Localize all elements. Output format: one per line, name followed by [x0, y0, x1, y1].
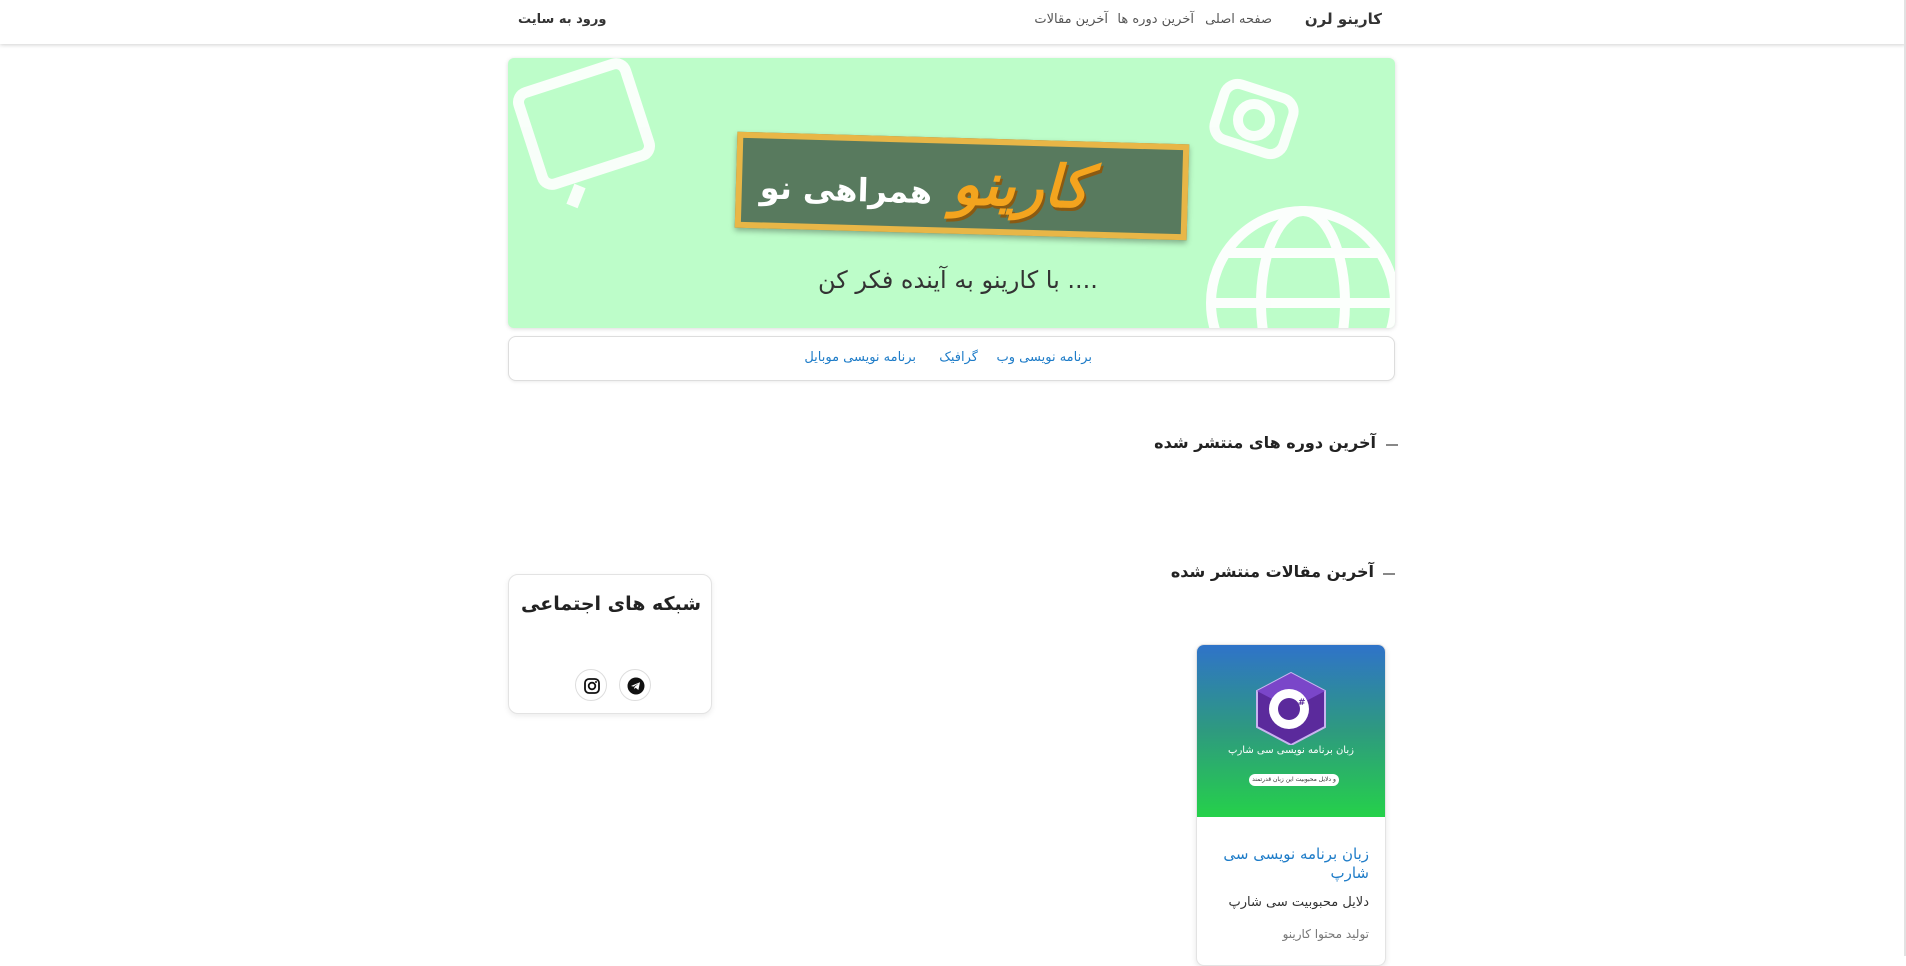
latest-articles-title: آخرین مقالات منتشر شده — [1170, 562, 1374, 581]
csharp-logo-icon: # — [1256, 671, 1326, 745]
monitor-icon — [513, 58, 655, 209]
instagram-icon[interactable] — [575, 669, 607, 701]
banner-slogan: با کارینو به آینده فکر کن .... — [818, 266, 1098, 294]
nav-home[interactable]: صفحه اصلی — [1205, 12, 1272, 27]
banner-board-subtitle: همراهی نو — [759, 168, 933, 212]
category-graphics[interactable]: گرافیک — [939, 350, 978, 365]
courses-title-dash — [1386, 444, 1398, 446]
svg-text:#: # — [1298, 698, 1306, 708]
site-brand[interactable]: کارینو لرن — [1305, 10, 1382, 28]
globe-icon — [1206, 206, 1395, 328]
chalkboard-logo: کارینو همراهی نو — [734, 131, 1190, 241]
article-image-caption: زبان برنامه نویسی سی شارپ — [1228, 745, 1354, 756]
article-title[interactable]: زبان برنامه نویسی سی شارپ — [1209, 845, 1369, 883]
article-description: دلایل محبوبیت سی شارپ — [1228, 895, 1369, 910]
category-bar: برنامه نویسی وب گرافیک برنامه نویسی موبا… — [508, 336, 1395, 381]
camera-icon — [1209, 78, 1299, 160]
social-networks-box: شبکه های اجتماعی — [508, 574, 712, 714]
category-mobile-programming[interactable]: برنامه نویسی موبایل — [804, 350, 916, 365]
latest-courses-title: آخرین دوره های منتشر شده — [1154, 433, 1376, 452]
social-title: شبکه های اجتماعی — [521, 593, 701, 615]
top-navbar: کارینو لرن صفحه اصلی آخرین دوره ها آخرین… — [0, 0, 1906, 44]
nav-latest-articles[interactable]: آخرین مقالات — [1034, 12, 1108, 27]
category-web-programming[interactable]: برنامه نویسی وب — [997, 350, 1092, 365]
article-author: تولید محتوا کارینو — [1282, 927, 1369, 941]
articles-title-dash — [1383, 573, 1395, 575]
article-image[interactable]: # زبان برنامه نویسی سی شارپ و دلایل محبو… — [1197, 645, 1385, 817]
article-card[interactable]: # زبان برنامه نویسی سی شارپ و دلایل محبو… — [1196, 644, 1386, 966]
article-image-pill: و دلایل محبوبیت این زبان قدرتمند — [1249, 774, 1339, 786]
nav-latest-courses[interactable]: آخرین دوره ها — [1117, 12, 1194, 27]
hero-banner: کارینو همراهی نو با کارینو به آینده فکر … — [508, 58, 1395, 328]
login-link[interactable]: ورود به سایت — [518, 12, 606, 27]
banner-logo-text: کارینو — [951, 149, 1090, 222]
telegram-icon[interactable] — [619, 669, 651, 701]
